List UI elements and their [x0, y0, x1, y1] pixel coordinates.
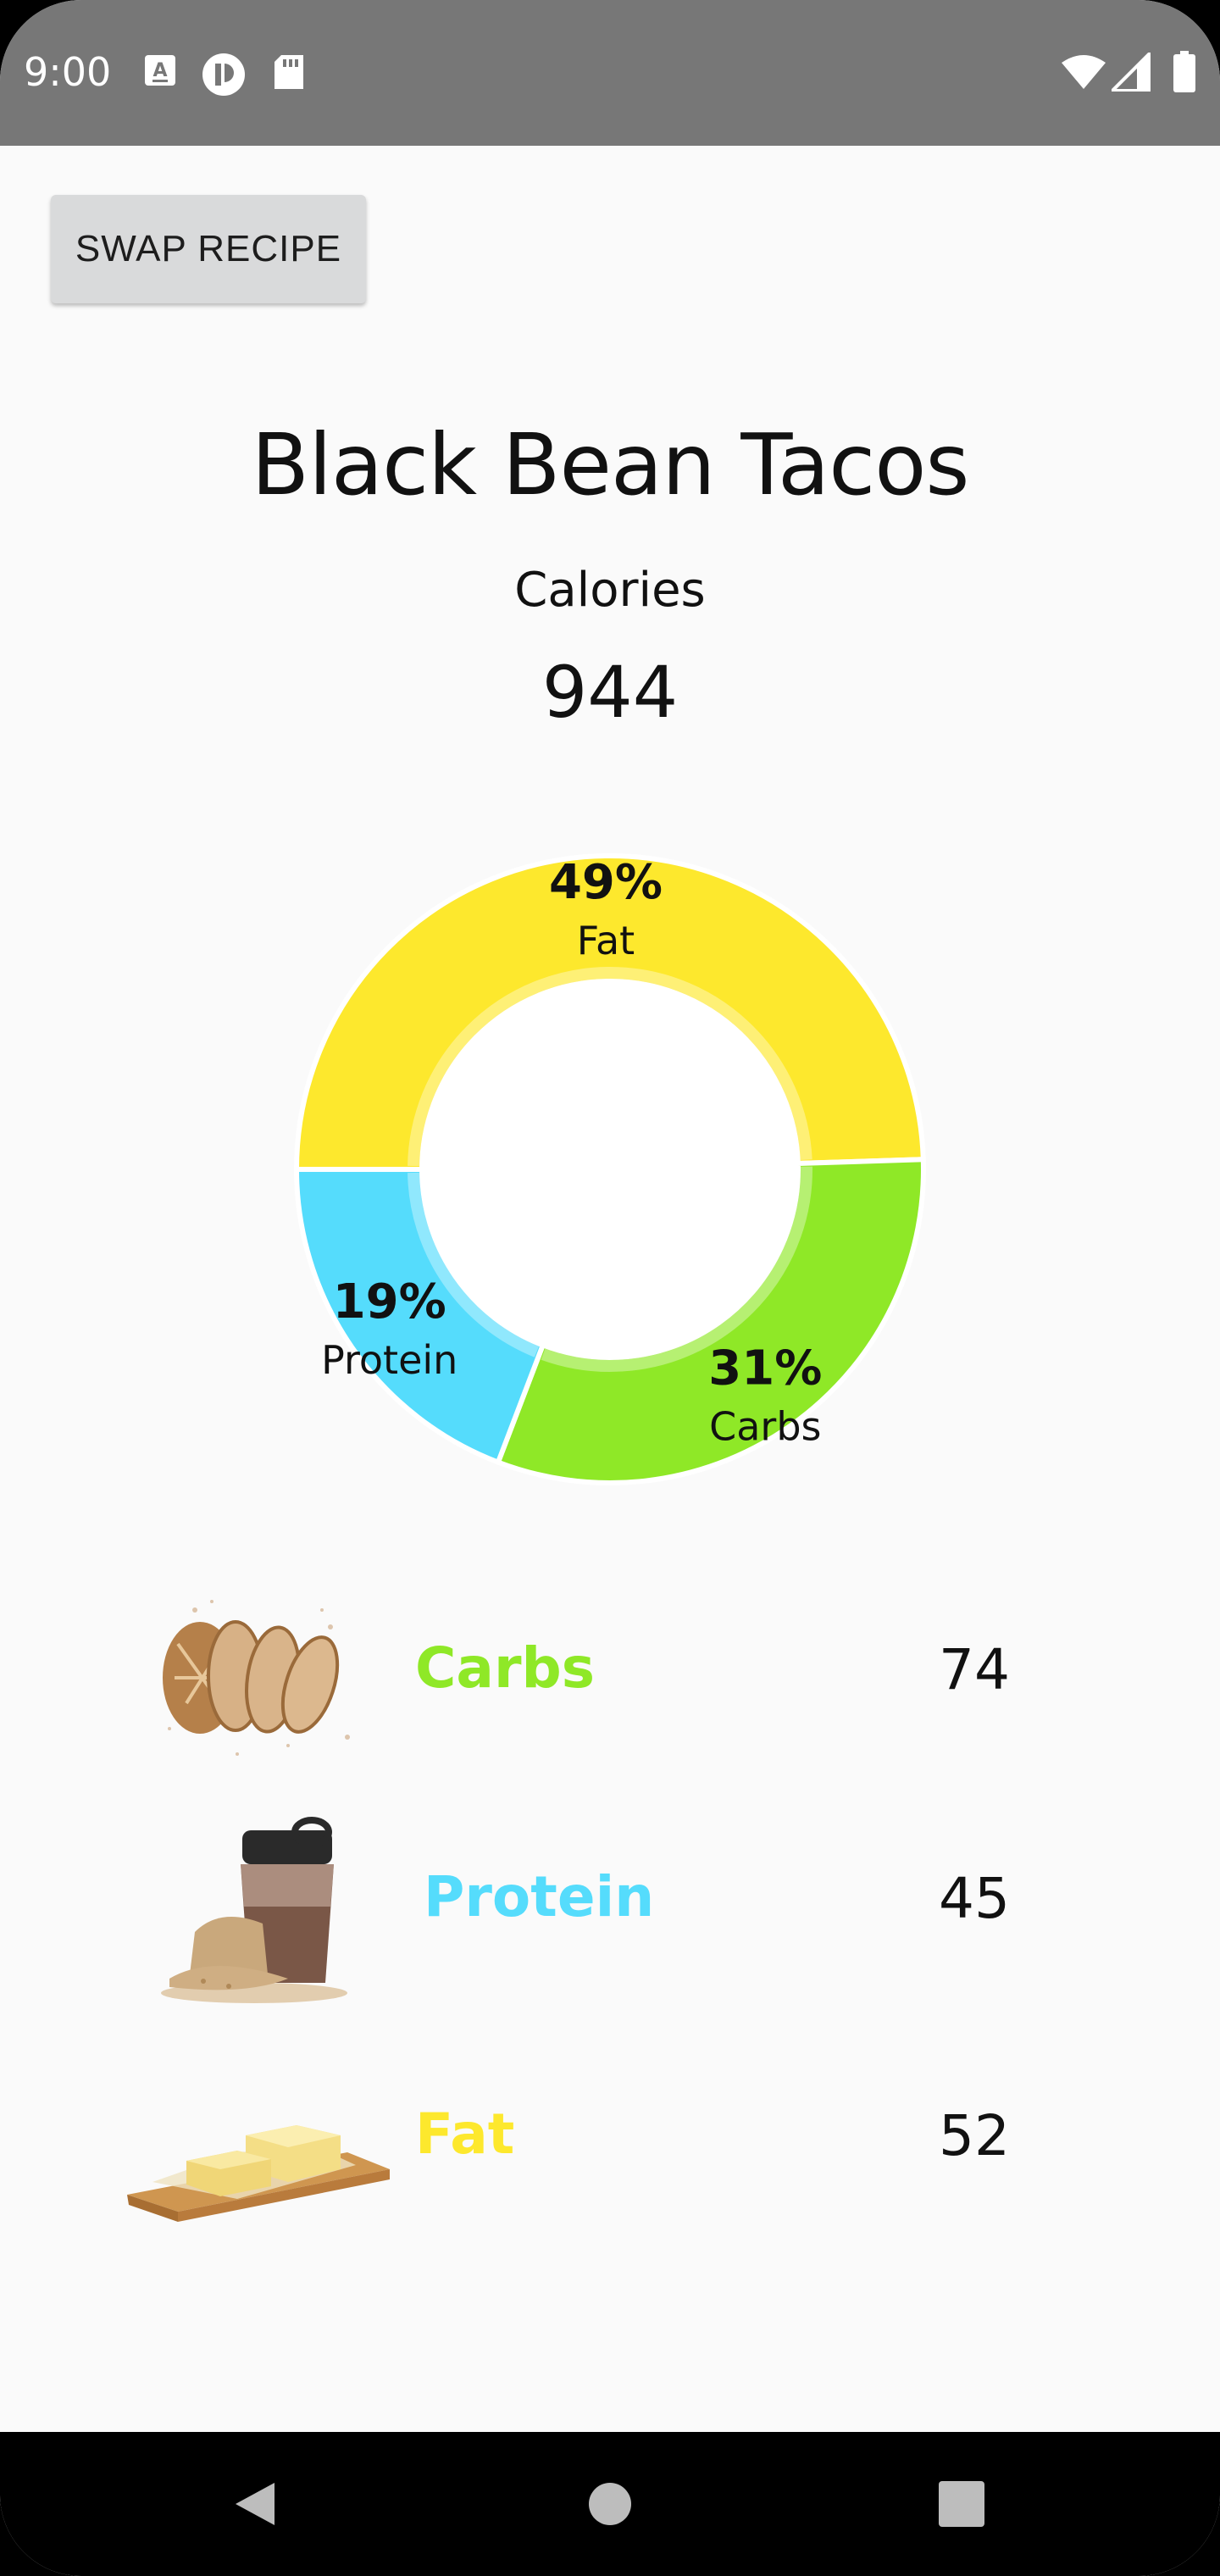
recents-icon[interactable] [923, 2466, 1000, 2542]
status-bar: 9:00 A [0, 0, 1220, 146]
protein-shaker-image [119, 1805, 398, 2008]
swap-recipe-button[interactable]: SWAP RECIPE [51, 195, 366, 303]
bread-image [119, 1576, 398, 1779]
privacy-icon [202, 53, 246, 101]
macro-value-carbs: 74 [939, 1637, 1010, 1702]
wifi-icon [1061, 54, 1106, 94]
app-screen: 9:00 A SWAP RECIPE Black Bean Tacos Calo… [0, 0, 1220, 2576]
macro-value-protein: 45 [939, 1866, 1010, 1931]
calories-value: 944 [541, 651, 679, 734]
slice-label-fat: Fat [577, 918, 635, 963]
macro-row-protein: Protein 45 [0, 1805, 1220, 2008]
slice-label-carbs: Carbs [709, 1403, 821, 1449]
butter-image [119, 2042, 398, 2246]
slice-percent-protein: 19% [333, 1274, 446, 1330]
status-time: 9:00 [24, 49, 112, 95]
calories-label: Calories [514, 563, 706, 618]
slice-percent-fat: 49% [549, 855, 663, 910]
macro-name-carbs: Carbs [415, 1635, 596, 1701]
macro-name-protein: Protein [424, 1864, 655, 1929]
signal-icon [1108, 49, 1151, 96]
slice-label-protein: Protein [321, 1337, 458, 1383]
macro-value-fat: 52 [939, 2103, 1010, 2168]
home-icon[interactable] [572, 2466, 648, 2542]
slice-percent-carbs: 31% [708, 1341, 822, 1396]
svg-text:A: A [152, 60, 167, 81]
battery-icon [1173, 51, 1196, 97]
a-keyboard-icon: A [144, 54, 176, 91]
macro-donut-chart: 49% Fat 31% Carbs 19% Protein [293, 853, 926, 1485]
donut-hole [424, 983, 796, 1356]
macro-name-fat: Fat [415, 2101, 515, 2167]
back-icon[interactable] [217, 2466, 293, 2542]
macro-row-fat: Fat 52 [0, 2042, 1220, 2246]
macro-row-carbs: Carbs 74 [0, 1576, 1220, 1779]
sd-card-icon [273, 54, 305, 94]
navigation-bar [0, 2432, 1220, 2576]
recipe-title: Black Bean Tacos [251, 415, 970, 514]
